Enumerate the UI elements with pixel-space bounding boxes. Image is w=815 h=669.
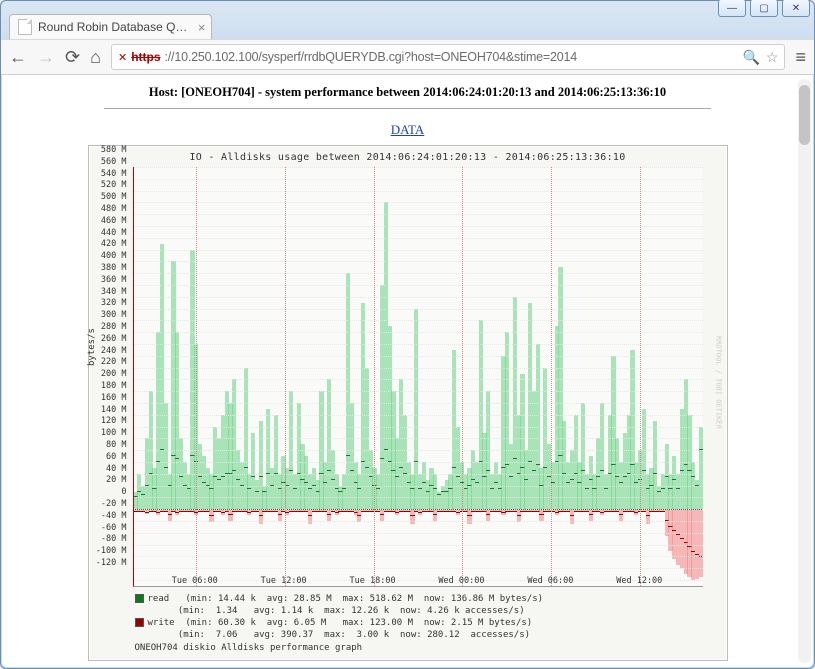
tab-title: Round Robin Database Q…: [38, 20, 187, 34]
plot-area: [133, 167, 703, 587]
x-axis: Tue 06:00Tue 12:00Tue 18:00Wed 00:00Wed …: [133, 576, 703, 588]
bookmark-star-icon[interactable]: ☆: [766, 49, 779, 66]
search-icon[interactable]: 🔍: [742, 49, 759, 66]
url-scheme: https: [131, 50, 160, 64]
home-button[interactable]: ⌂: [90, 47, 101, 68]
y-axis: 580 M560 M540 M520 M500 M480 M460 M440 M…: [93, 150, 131, 612]
menu-button[interactable]: ≡: [795, 47, 806, 68]
page-title: Host: [ONEOH704] - system performance be…: [24, 85, 791, 100]
url-text: ://10.250.102.100/sysperf/rrdbQUERYDB.cg…: [165, 50, 578, 64]
rrd-chart: IO - Alldisks usage between 2014:06:24:0…: [88, 145, 728, 661]
page-favicon-icon: [18, 19, 32, 35]
chart-legend: read (min: 14.44 k avg: 28.85 M max: 518…: [93, 587, 723, 654]
browser-toolbar: ← → ⟳ ⌂ ✕ https ://10.250.102.100/sysper…: [1, 39, 814, 75]
forward-button[interactable]: →: [37, 47, 55, 68]
scrollbar[interactable]: [798, 79, 811, 663]
scrollbar-thumb[interactable]: [799, 85, 810, 145]
data-link[interactable]: DATA: [391, 122, 425, 137]
page-viewport: Host: [ONEOH704] - system performance be…: [2, 75, 813, 667]
address-bar[interactable]: ✕ https ://10.250.102.100/sysperf/rrdbQU…: [111, 44, 786, 70]
divider: [104, 108, 711, 109]
https-warning-icon: ✕: [118, 51, 127, 64]
rrdtool-watermark: RRDTOOL / TOBI OETIKER: [713, 156, 723, 610]
reload-button[interactable]: ⟳: [65, 47, 80, 68]
chart-title: IO - Alldisks usage between 2014:06:24:0…: [93, 150, 723, 167]
tab-close-icon[interactable]: ×: [198, 20, 206, 35]
y-axis-label: bytes/s: [87, 328, 97, 366]
back-button[interactable]: ←: [9, 47, 27, 68]
browser-tab[interactable]: Round Robin Database Q… ×: [9, 14, 212, 39]
